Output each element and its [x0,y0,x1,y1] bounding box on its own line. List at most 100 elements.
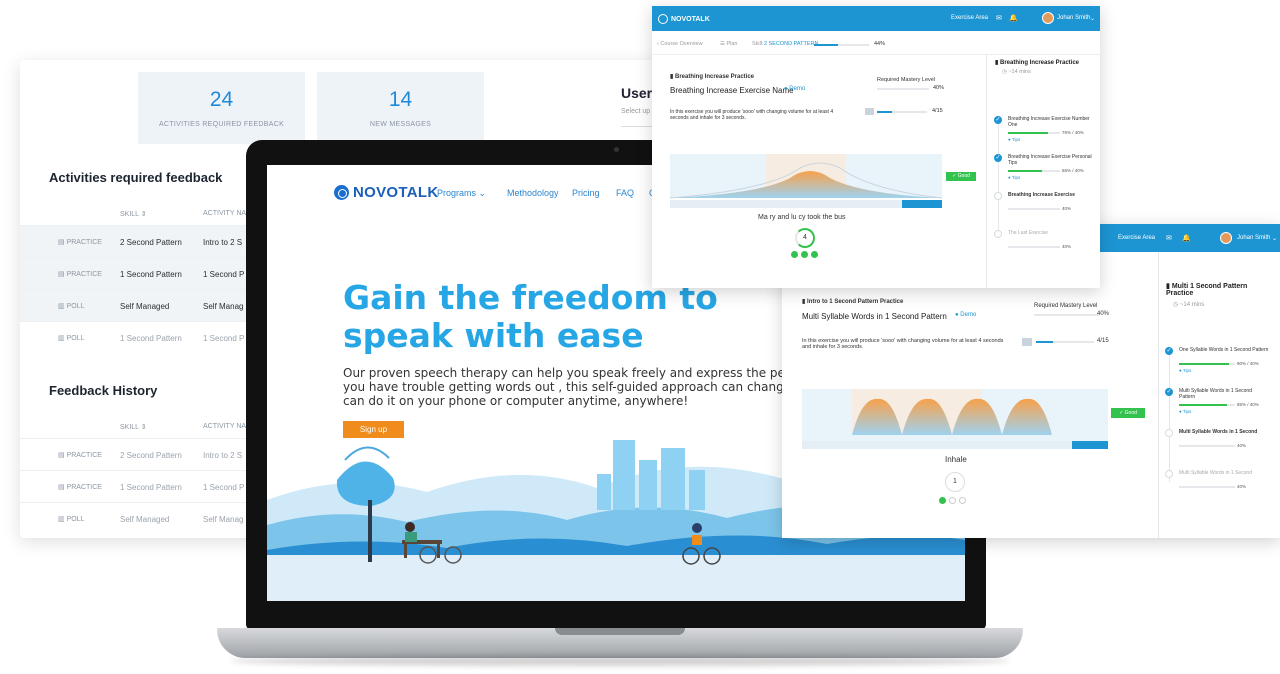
avatar[interactable] [1042,12,1054,24]
mail-icon[interactable]: ✉ [1166,234,1172,242]
mastery-value: 40% [1097,311,1110,317]
inhale-label: Inhale [945,455,967,464]
user-name[interactable]: Johan Smith [1237,235,1270,241]
avatar[interactable] [1220,232,1232,244]
section-title-history: Feedback History [49,383,158,398]
document-icon: ▮ [670,74,674,80]
column-activity[interactable]: ACTIVITY NA [203,210,246,217]
bell-icon[interactable]: 🔔 [1182,234,1191,242]
step-name[interactable]: Multi Syllable Words in 1 Second Pattern [1179,388,1269,400]
back-link[interactable]: ‹ Course Overview [657,41,703,47]
row-skill: 1 Second Pattern [120,334,182,343]
row-type: ▤ PRACTICE [58,484,102,491]
clock-icon: ◷ [1002,69,1007,75]
app-brand[interactable]: NOVOTALK [658,14,710,24]
stat-value: 14 [388,88,413,111]
row-skill: Self Managed [120,302,170,311]
good-badge: ✓ Good [946,172,976,181]
skill-name[interactable]: 2 SECOND PATTERN [764,41,819,47]
play-icon: ● [955,312,959,318]
stat-card-messages[interactable]: 14 NEW MESSAGES [317,72,484,144]
nav-methodology[interactable]: Methodology [507,188,559,198]
meter-value: 4/15 [932,108,943,114]
step-progress-bar [1008,208,1060,210]
stat-card-feedback[interactable]: 24 ACTIVITIES REQUIRED FEEDBACK [138,72,305,144]
tips-link[interactable]: ● Tips [1008,137,1020,142]
column-activity[interactable]: ACTIVITY NA [203,423,246,430]
mastery-bar [877,88,929,90]
side-title: ▮ Multi 1 Second Pattern Practice [1166,283,1248,297]
logo-icon [658,14,668,24]
good-badge: ✓ Good [1111,408,1145,418]
document-icon: ▮ [802,299,806,305]
step-score: 76% / 40% [1062,130,1084,135]
step-name[interactable]: The Last Exercise [1008,230,1094,236]
brand-name: NOVOTALK [353,184,439,201]
row-activity: 1 Second P [203,483,245,492]
meter-bar [877,111,927,113]
row-skill: Self Managed [120,515,170,524]
mail-icon[interactable]: ✉ [996,14,1002,22]
demo-link[interactable]: ● Demo [955,312,976,318]
chevron-down-icon[interactable]: ⌄ [1272,235,1277,242]
app-topbar: NOVOTALK Exercise Area ✉ 🔔 Johan Smith ⌄ [652,6,1100,31]
steps-line [998,120,999,232]
step-score: 40% [1237,443,1247,448]
practice-label: ▮ Intro to 1 Second Pattern Practice [802,299,904,305]
attempt-dot [791,251,798,258]
exercise-area-link[interactable]: Exercise Area [951,15,988,21]
side-time: ◷ ~14 mins [1002,69,1031,75]
row-type: ▥ POLL [58,335,85,342]
demo-link[interactable]: ● Demo [784,86,805,92]
chevron-down-icon: ⌄ [478,188,487,198]
row-activity: 1 Second P [203,270,245,279]
tips-link[interactable]: ● Tips [1179,368,1191,373]
step-score: 40% [1237,484,1247,489]
exercise-title: Multi Syllable Words in 1 Second Pattern [802,312,947,321]
row-activity: Intro to 2 S [203,238,243,247]
column-skill[interactable]: SKILL ⇕ [120,423,147,431]
step-name[interactable]: Breathing Increase Exercise [1008,192,1094,198]
play-icon: ● [784,86,788,92]
row-type: ▤ PRACTICE [58,452,102,459]
attempt-dot [959,497,966,504]
nav-faq[interactable]: FAQ [616,188,634,198]
meter-icon [1022,338,1032,346]
bell-icon[interactable]: 🔔 [1009,14,1018,22]
breadcrumb: ‹ Course Overview ☰ Plan Skill: 2 SECOND… [652,31,1100,55]
breath-waveform [670,154,942,208]
users-subtitle: Select up [621,108,651,115]
row-skill: 2 Second Pattern [120,451,182,460]
step-name[interactable]: One Syllable Words in 1 Second Pattern [1179,347,1269,353]
tips-link[interactable]: ● Tips [1008,175,1020,180]
row-skill: 1 Second Pattern [120,483,182,492]
brand-logo[interactable]: NOVOTALK [334,184,438,201]
document-icon: ▮ [1166,283,1170,290]
stat-label: ACTIVITIES REQUIRED FEEDBACK [158,121,285,128]
column-skill[interactable]: SKILL ⇕ [120,210,147,218]
row-skill: 1 Second Pattern [120,270,182,279]
exercise-window-main: NOVOTALK Exercise Area ✉ 🔔 Johan Smith ⌄… [652,6,1100,288]
step-name[interactable]: Multi Syllable Words in 1 Second [1179,470,1269,476]
laptop-shadow [230,656,1010,666]
step-progress-bar [1008,246,1060,248]
user-name[interactable]: Johan Smith [1057,15,1090,21]
nav-programs[interactable]: Programs ⌄ [437,188,486,199]
practice-label: ▮ Breathing Increase Practice [670,74,755,80]
step-name[interactable]: Breathing Increase Exercise Personal Tip… [1008,154,1094,166]
exercise-area-link[interactable]: Exercise Area [1118,235,1155,241]
step-status-icon: ✓ [994,154,1002,162]
step-progress-bar [1008,132,1060,134]
step-name[interactable]: Breathing Increase Exercise Number One [1008,116,1094,128]
step-progress-bar [1179,445,1235,447]
step-name[interactable]: Multi Syllable Words in 1 Second [1179,429,1269,435]
chevron-down-icon[interactable]: ⌄ [1090,15,1095,22]
meter-bar [1036,341,1094,343]
step-score: 65% / 40% [1062,168,1084,173]
row-activity: Self Manag [203,515,244,524]
step-status-icon [994,192,1002,200]
plan-link[interactable]: ☰ Plan [720,41,737,47]
attempt-dot [801,251,808,258]
tips-link[interactable]: ● Tips [1179,409,1191,414]
nav-pricing[interactable]: Pricing [572,188,600,198]
